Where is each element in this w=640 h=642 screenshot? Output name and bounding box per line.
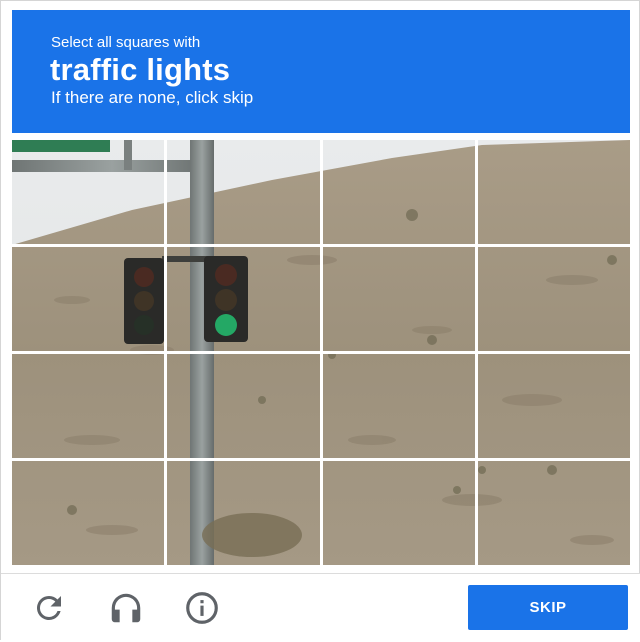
headphones-icon[interactable]	[107, 589, 145, 627]
image-tile-r1c3[interactable]	[323, 140, 475, 244]
challenge-header: Select all squares with traffic lights I…	[12, 10, 630, 133]
tile-grid	[12, 140, 630, 565]
hint-text: If there are none, click skip	[51, 88, 254, 107]
image-tile-r1c1[interactable]	[12, 140, 164, 244]
skip-button[interactable]: SKIP	[468, 585, 628, 630]
image-tile-r2c4[interactable]	[478, 247, 630, 351]
image-tile-r3c3[interactable]	[323, 354, 475, 458]
image-tile-r2c2[interactable]	[167, 247, 319, 351]
instruction-text: Select all squares with	[51, 34, 201, 51]
info-icon[interactable]	[183, 589, 221, 627]
reload-icon[interactable]	[30, 589, 68, 627]
image-tile-r3c2[interactable]	[167, 354, 319, 458]
target-object-text: traffic lights	[50, 52, 231, 87]
image-tile-r3c4[interactable]	[478, 354, 630, 458]
image-tile-r4c2[interactable]	[167, 461, 319, 565]
image-tile-r2c1[interactable]	[12, 247, 164, 351]
captcha-frame: Select all squares with traffic lights I…	[0, 0, 640, 642]
image-tile-r1c2[interactable]	[167, 140, 319, 244]
image-tile-r4c4[interactable]	[478, 461, 630, 565]
image-tile-r2c3[interactable]	[323, 247, 475, 351]
captcha-footer: SKIP	[1, 573, 640, 642]
image-tile-r4c1[interactable]	[12, 461, 164, 565]
image-tile-r1c4[interactable]	[478, 140, 630, 244]
image-tile-r3c1[interactable]	[12, 354, 164, 458]
image-grid	[12, 140, 630, 565]
image-tile-r4c3[interactable]	[323, 461, 475, 565]
